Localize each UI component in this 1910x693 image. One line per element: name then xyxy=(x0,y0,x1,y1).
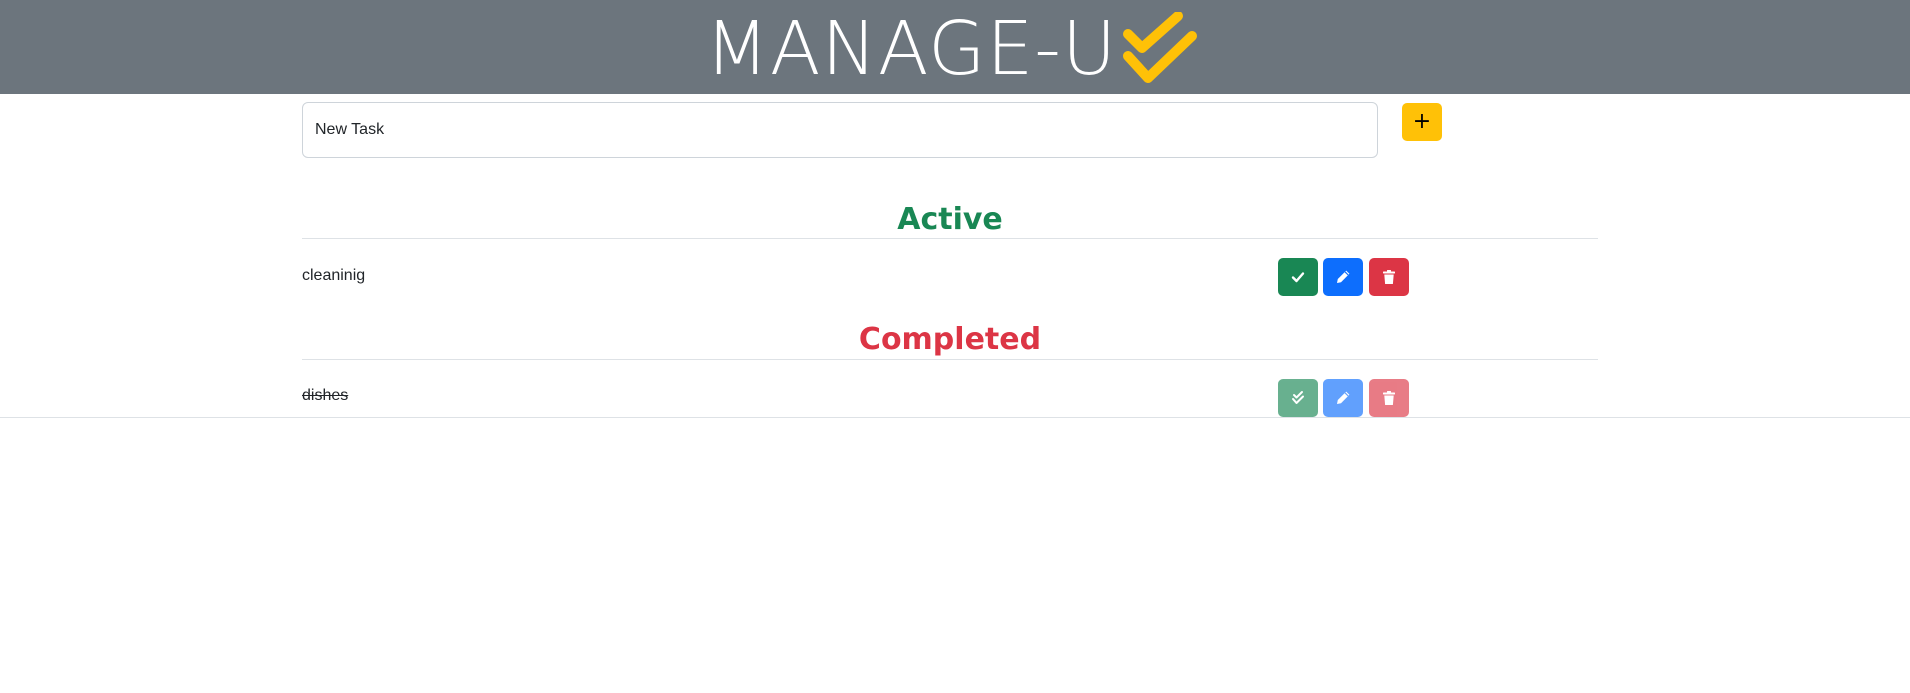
task-text: dishes xyxy=(302,387,349,404)
content-bottom-divider xyxy=(0,417,1910,418)
trash-icon xyxy=(1383,391,1395,405)
completed-divider xyxy=(302,359,1598,360)
double-check-icon xyxy=(1292,391,1304,404)
double-check-icon xyxy=(1123,12,1197,83)
check-icon xyxy=(1291,272,1305,283)
new-task-input[interactable] xyxy=(302,102,1378,158)
delete-button[interactable] xyxy=(1369,379,1409,417)
complete-button[interactable] xyxy=(1278,258,1318,296)
active-heading: Active xyxy=(897,202,1003,237)
completed-heading: Completed xyxy=(858,322,1042,357)
trash-icon xyxy=(1383,270,1395,284)
app-header: MANAGE-U xyxy=(0,0,1910,94)
edit-button[interactable] xyxy=(1323,379,1363,417)
add-task-button[interactable]: + xyxy=(1402,103,1442,141)
edit-button[interactable] xyxy=(1323,258,1363,296)
pencil-icon xyxy=(1337,391,1350,404)
reopen-button[interactable] xyxy=(1278,379,1318,417)
pencil-icon xyxy=(1337,270,1350,283)
app-title: MANAGE-U xyxy=(705,6,1118,92)
active-divider xyxy=(302,238,1598,239)
task-text: cleaninig xyxy=(302,267,366,284)
delete-button[interactable] xyxy=(1369,258,1409,296)
